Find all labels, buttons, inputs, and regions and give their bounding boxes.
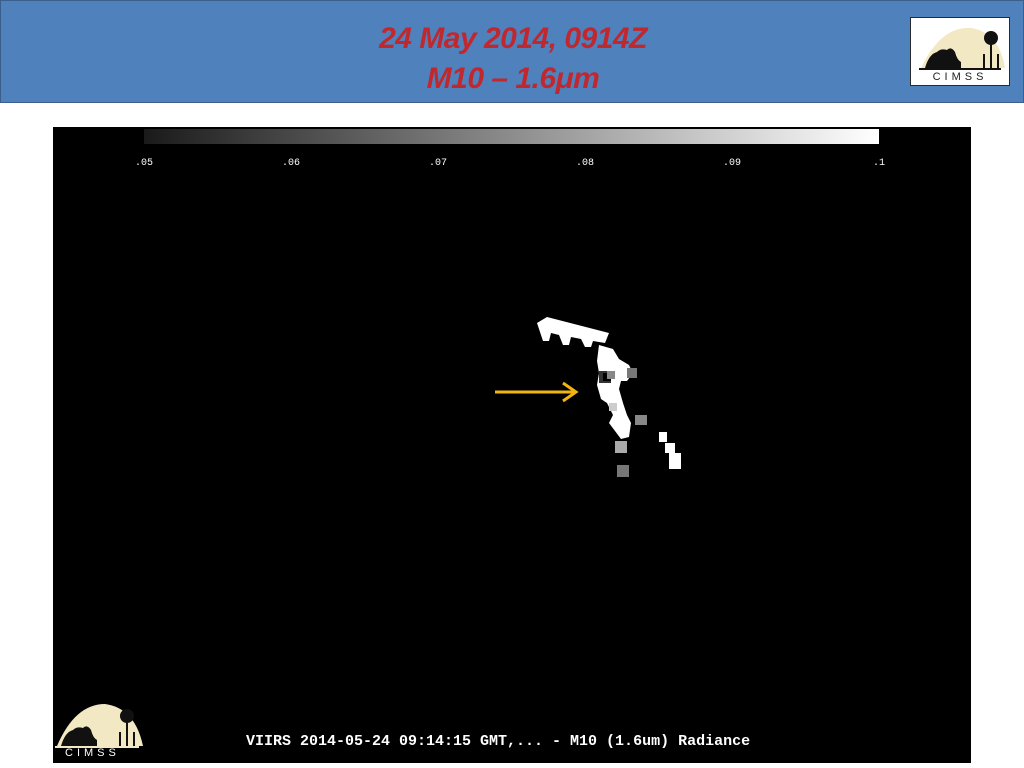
satellite-image: .05 .06 .07 .08 .09 .1 CIMSS VIIRS 2014-…: [53, 127, 971, 763]
image-caption: VIIRS 2014-05-24 09:14:15 GMT,... - M10 …: [246, 733, 751, 750]
title-band-label: M10 – 1.6: [426, 62, 556, 95]
cimss-logo-text: CIMSS: [932, 71, 988, 83]
cimss-watermark-text: CIMSS: [65, 747, 120, 759]
title-unit: m: [573, 62, 600, 95]
title-banner: 24 May 2014, 0914Z M10 – 1.6μm CIMSS: [0, 0, 1024, 103]
title-mu-symbol: μ: [555, 62, 574, 95]
cimss-logo: CIMSS: [910, 17, 1010, 86]
title-line-date: 24 May 2014, 0914Z: [379, 22, 647, 55]
title-line-band: M10 – 1.6μm: [1, 59, 1024, 99]
arrow-icon: [495, 381, 579, 403]
slide-title: 24 May 2014, 0914Z M10 – 1.6μm: [1, 19, 1024, 99]
